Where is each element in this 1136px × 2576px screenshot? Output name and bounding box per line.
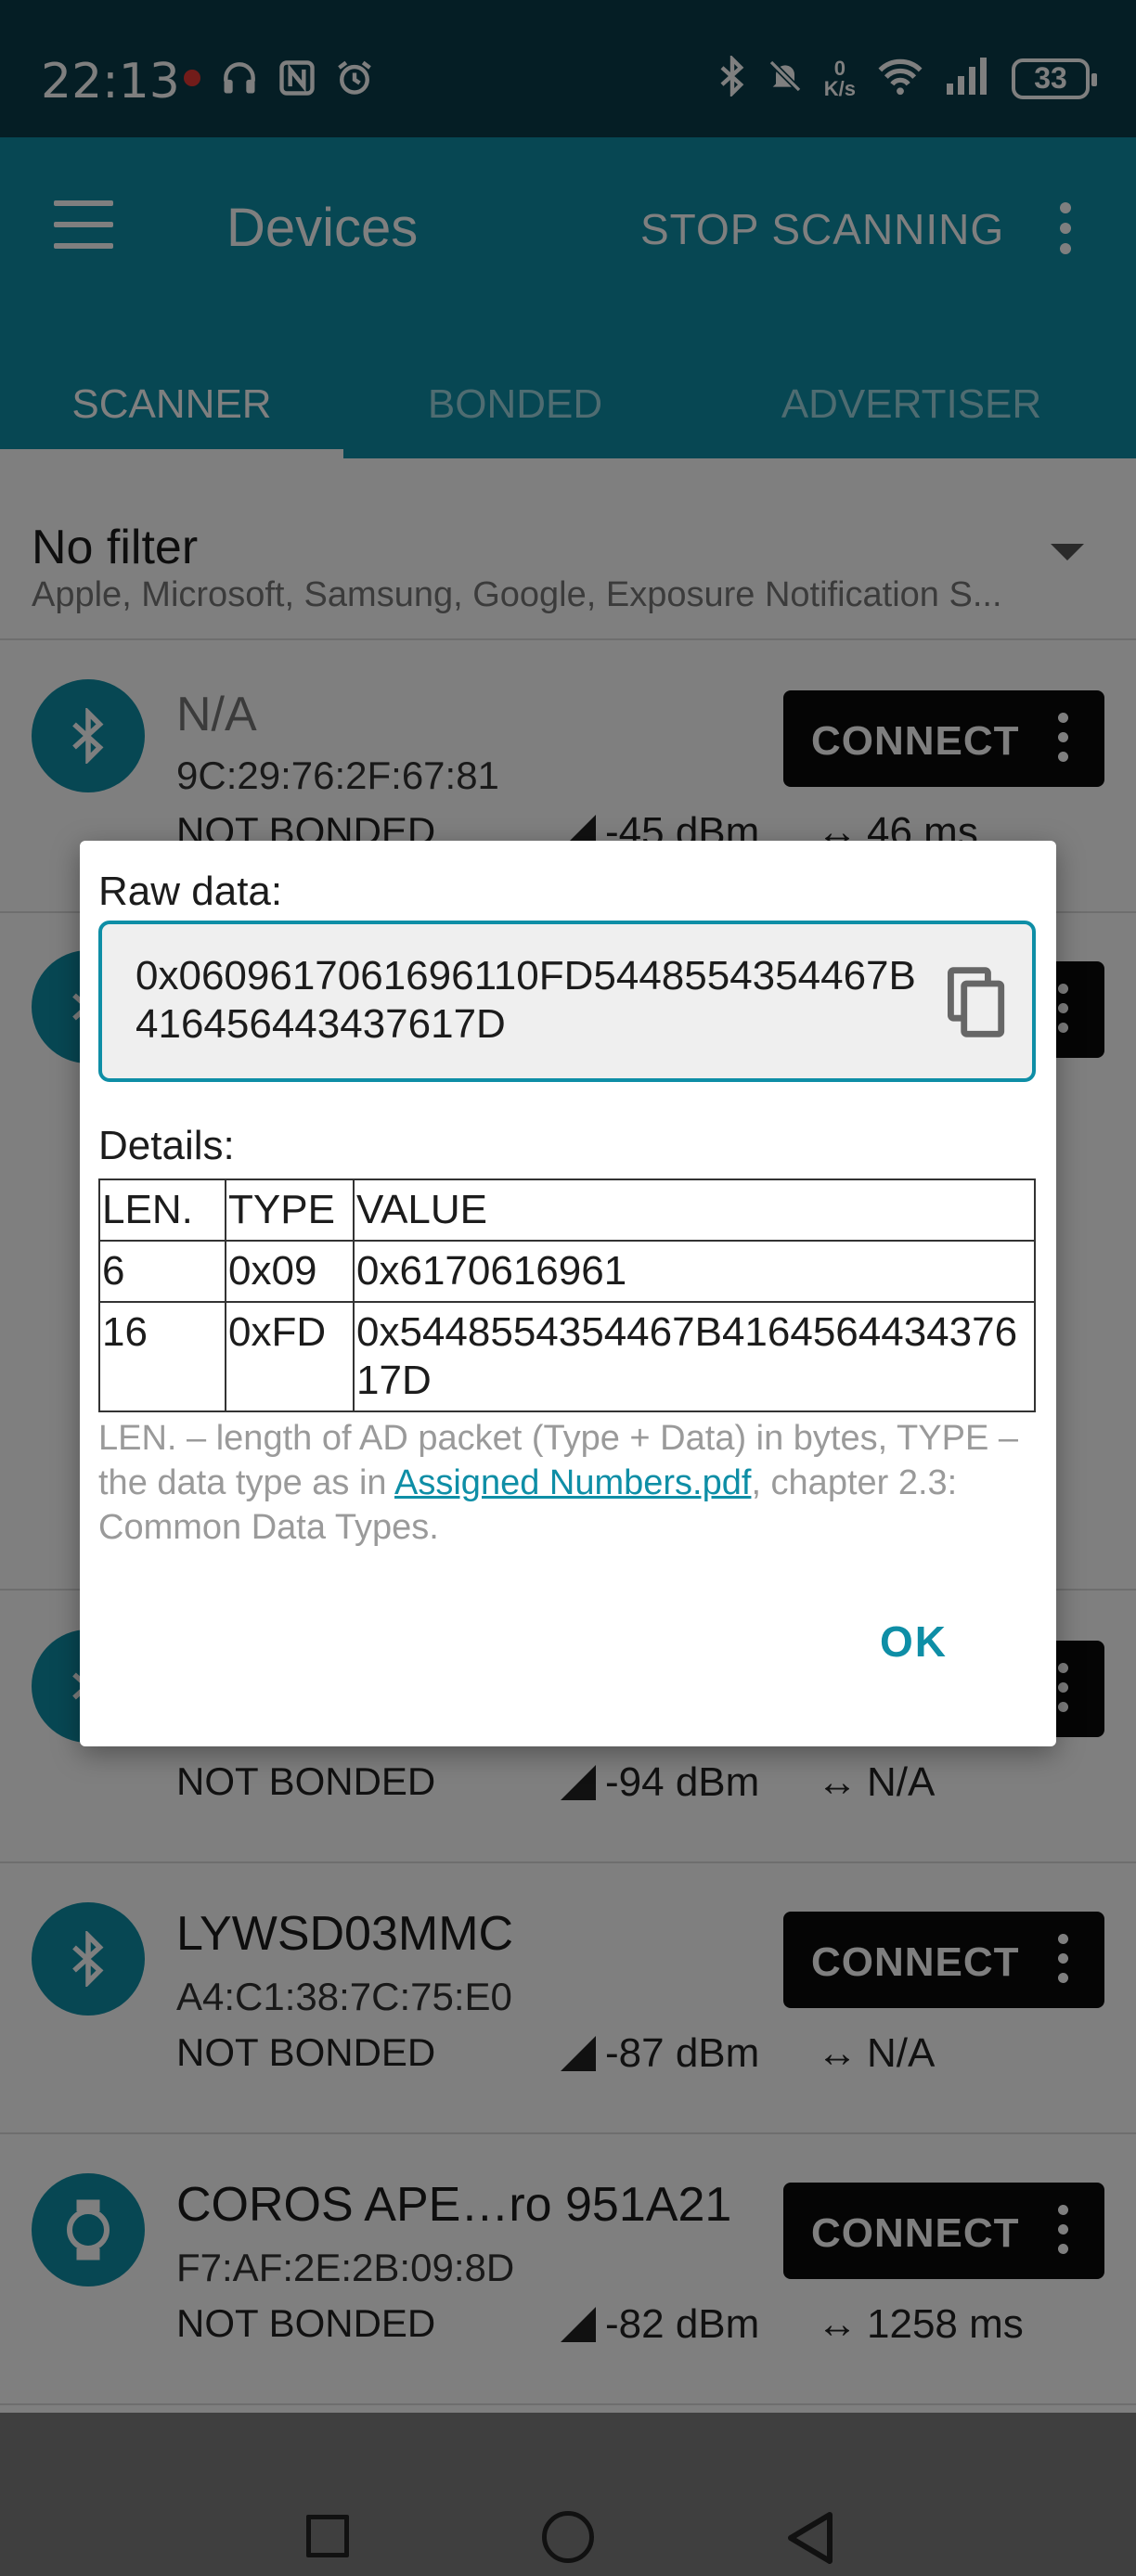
raw-data-label: Raw data:	[98, 869, 283, 914]
table-row: 6 0x09 0x6170616961	[98, 1240, 1036, 1303]
raw-data-dialog: Raw data: 0x0609617061696110FD5448554354…	[80, 841, 1056, 1746]
column-header: LEN.	[98, 1179, 226, 1242]
details-table: LEN. TYPE VALUE 6 0x09 0x6170616961 16 0…	[98, 1179, 1036, 1412]
ok-button[interactable]: OK	[880, 1616, 948, 1667]
raw-data-value: 0x0609617061696110FD5448554354467B416456…	[136, 953, 916, 1047]
table-cell: 16	[98, 1301, 226, 1412]
column-header: TYPE	[225, 1179, 355, 1242]
details-note: LEN. – length of AD packet (Type + Data)…	[98, 1416, 1036, 1550]
copy-icon[interactable]	[945, 965, 1010, 1039]
table-cell: 0x09	[225, 1240, 355, 1303]
table-cell: 6	[98, 1240, 226, 1303]
table-cell: 0xFD	[225, 1301, 355, 1412]
table-row: 16 0xFD 0x5448554354467B416456443437617D	[98, 1301, 1036, 1412]
table-header-row: LEN. TYPE VALUE	[98, 1179, 1036, 1242]
table-cell: 0x5448554354467B416456443437617D	[353, 1301, 1036, 1412]
raw-data-field[interactable]: 0x0609617061696110FD5448554354467B416456…	[98, 921, 1036, 1082]
column-header: VALUE	[353, 1179, 1036, 1242]
table-cell: 0x6170616961	[353, 1240, 1036, 1303]
assigned-numbers-link[interactable]: Assigned Numbers.pdf	[394, 1463, 751, 1502]
details-label: Details:	[98, 1123, 235, 1168]
